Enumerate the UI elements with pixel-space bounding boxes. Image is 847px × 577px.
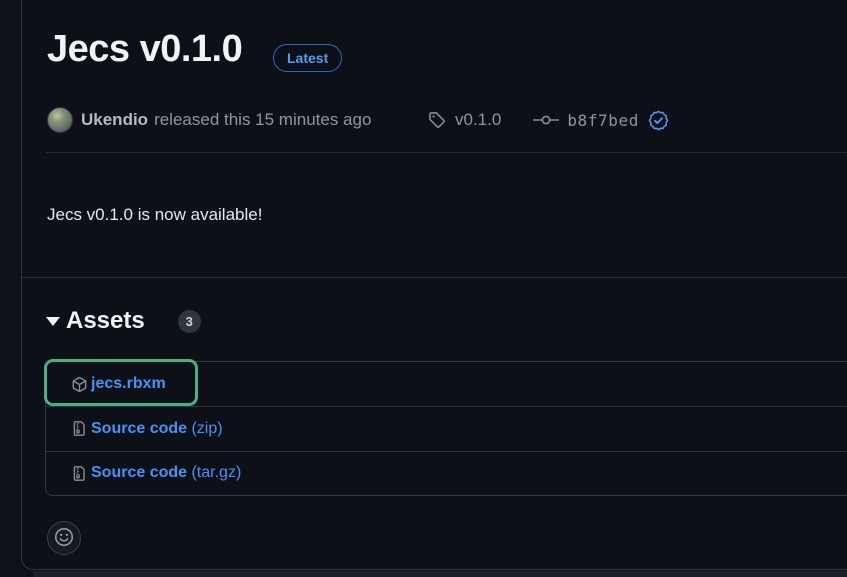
smiley-icon (54, 527, 74, 550)
asset-row: Source code (zip) (46, 406, 847, 450)
package-icon (71, 376, 88, 393)
zip-file-icon (71, 465, 88, 482)
body-divider (22, 277, 847, 278)
add-reaction-button[interactable] (47, 521, 81, 555)
release-notes: Jecs v0.1.0 is now available! (47, 205, 262, 225)
tag-name: v0.1.0 (455, 110, 501, 130)
header-divider (46, 152, 847, 153)
zip-file-icon (71, 420, 88, 437)
commit-link[interactable]: b8f7bed (567, 111, 639, 130)
asset-suffix: (tar.gz) (187, 464, 241, 482)
assets-heading: Assets (66, 307, 145, 335)
asset-link-source-zip[interactable]: Source code (zip) (71, 420, 223, 438)
release-title: Jecs v0.1.0 (47, 27, 242, 71)
asset-link-jecs-rbxm[interactable]: jecs.rbxm (71, 375, 166, 393)
assets-list: jecs.rbxm Source code (zip) Source code … (45, 361, 847, 496)
assets-count-badge: 3 (178, 310, 201, 333)
page-scroll-edge (33, 571, 847, 577)
author-link[interactable]: Ukendio (81, 110, 148, 130)
disclosure-triangle-icon[interactable] (46, 317, 60, 326)
asset-name: Source code (91, 420, 187, 438)
latest-badge[interactable]: Latest (273, 44, 342, 72)
asset-row: jecs.rbxm (46, 362, 847, 406)
release-byline: Ukendio released this 15 minutes ago (47, 106, 371, 134)
tag-icon (428, 111, 446, 129)
author-avatar[interactable] (47, 107, 73, 133)
asset-row: Source code (tar.gz) (46, 451, 847, 495)
released-text: released this 15 minutes ago (154, 110, 371, 130)
asset-suffix: (zip) (187, 420, 223, 438)
git-commit-icon (533, 112, 559, 128)
asset-name: jecs.rbxm (91, 375, 166, 393)
verified-icon[interactable] (648, 110, 669, 131)
release-meta: v0.1.0 b8f7bed (428, 106, 669, 134)
assets-header: Assets 3 (46, 307, 201, 335)
asset-name: Source code (91, 464, 187, 482)
release-card: Jecs v0.1.0 Latest Ukendio released this… (21, 0, 847, 570)
asset-link-source-targz[interactable]: Source code (tar.gz) (71, 464, 241, 482)
